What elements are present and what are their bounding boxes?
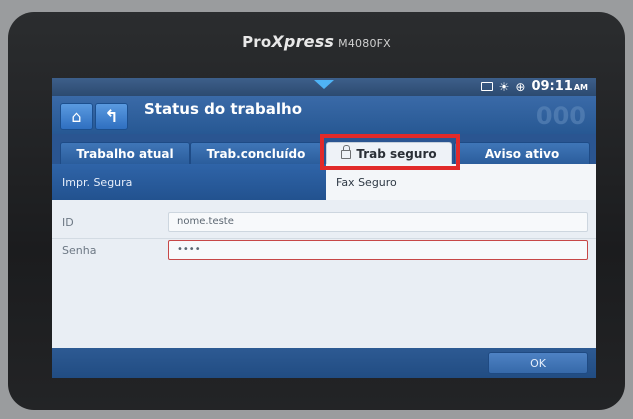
- brand-pro: Pro: [242, 33, 272, 51]
- lock-icon: [341, 145, 352, 159]
- subtab-secure-fax[interactable]: Fax Seguro: [326, 164, 596, 200]
- tab-secure-job[interactable]: Trab seguro: [326, 142, 452, 164]
- home-icon: ⌂: [71, 107, 82, 126]
- password-field[interactable]: ••••: [168, 240, 588, 260]
- id-label: ID: [62, 216, 74, 229]
- page-title: Status do trabalho: [144, 100, 303, 118]
- back-button[interactable]: ↰: [95, 103, 128, 130]
- screen-header: ⌂ ↰ Status do trabalho 000: [52, 96, 596, 134]
- secure-subtabs: Impr. Segura Fax Seguro: [52, 164, 596, 200]
- job-status-tabs: Trabalho atual Trab.concluído Trab segur…: [52, 134, 596, 164]
- status-icons: ☀ ⊕ 09:11AM: [480, 79, 588, 94]
- home-button[interactable]: ⌂: [60, 103, 93, 130]
- brand-xpress: Xpress: [271, 32, 335, 51]
- toner-sun-icon: ☀: [498, 79, 510, 94]
- subtab-secure-print[interactable]: Impr. Segura: [52, 164, 326, 200]
- paper-tray-icon: [480, 82, 493, 91]
- screen-footer: OK: [52, 348, 596, 378]
- tab-completed-job[interactable]: Trab.concluído: [190, 142, 322, 164]
- tab-active-notice[interactable]: Aviso ativo: [454, 142, 590, 164]
- password-row: Senha ••••: [52, 238, 596, 264]
- device-brand: ProXpress M4080FX: [0, 32, 633, 51]
- touch-screen: ☀ ⊕ 09:11AM ⌂ ↰ Status do trabalho 000 T…: [52, 78, 596, 378]
- ok-button[interactable]: OK: [488, 352, 588, 374]
- notification-pull-down-icon[interactable]: [314, 80, 334, 89]
- job-counter: 000: [535, 102, 586, 130]
- id-field[interactable]: nome.teste: [168, 212, 588, 232]
- tab-current-job[interactable]: Trabalho atual: [60, 142, 190, 164]
- id-row: ID nome.teste: [52, 210, 596, 239]
- tab-secure-job-label: Trab seguro: [356, 146, 437, 161]
- device-model: M4080FX: [338, 37, 391, 50]
- clock: 09:11AM: [531, 79, 588, 94]
- status-bar: ☀ ⊕ 09:11AM: [52, 78, 596, 96]
- network-globe-icon: ⊕: [515, 79, 526, 94]
- back-arrow-icon: ↰: [104, 106, 119, 127]
- password-label: Senha: [62, 244, 97, 257]
